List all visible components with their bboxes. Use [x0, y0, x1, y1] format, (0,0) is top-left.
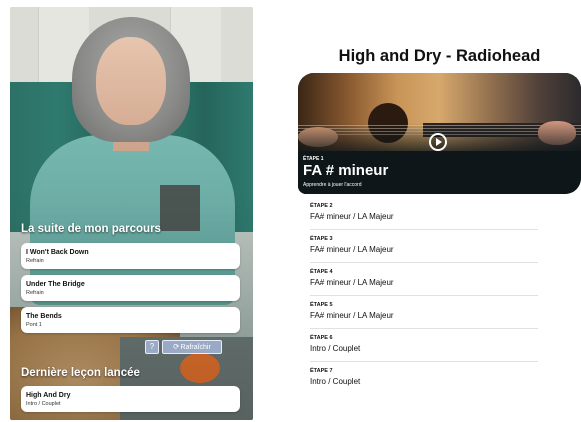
continue-section-title: La suite de mon parcours	[21, 223, 161, 235]
step-label: ÉTAPE 5	[310, 302, 333, 308]
step-value: FA# mineur / LA Majeur	[310, 245, 394, 254]
step-label: ÉTAPE 4	[310, 269, 333, 275]
step-value: FA# mineur / LA Majeur	[310, 278, 394, 287]
song-card-title: I Won't Back Down	[26, 249, 89, 256]
step-label: ÉTAPE 6	[310, 335, 333, 341]
left-phone-screen: La suite de mon parcours I Won't Back Do…	[10, 7, 253, 420]
song-card[interactable]: Under The Bridge Refrain	[21, 275, 240, 301]
step-divider	[310, 361, 538, 362]
song-title: High and Dry - Radiohead	[338, 47, 541, 65]
help-button[interactable]: ?	[145, 340, 159, 354]
step-value: Intro / Couplet	[310, 344, 361, 353]
last-lesson-card[interactable]: High And Dry Intro / Couplet	[21, 386, 240, 412]
step-label: ÉTAPE 3	[310, 236, 333, 242]
song-card[interactable]: I Won't Back Down Refrain	[21, 243, 240, 269]
step-value: Intro / Couplet	[310, 377, 361, 386]
last-lesson-section-title: Dernière leçon lancée	[21, 367, 140, 379]
step-item[interactable]: ÉTAPE 2 FA# mineur / LA Majeur	[310, 203, 538, 230]
play-icon[interactable]	[429, 133, 447, 151]
refresh-icon: ⟳	[173, 342, 180, 351]
step-value: FA# mineur / LA Majeur	[310, 212, 394, 221]
step-value: FA# mineur / LA Majeur	[310, 311, 394, 320]
last-lesson-title: High And Dry	[26, 392, 71, 399]
right-phone-screen: High and Dry - Radiohead ÉTAPE 1 FA # mi…	[298, 47, 581, 422]
step-item[interactable]: ÉTAPE 6 Intro / Couplet	[310, 335, 538, 362]
step-label: ÉTAPE 7	[310, 368, 333, 374]
step-item[interactable]: ÉTAPE 5 FA# mineur / LA Majeur	[310, 302, 538, 329]
step-divider	[310, 262, 538, 263]
song-card-subtitle: Refrain	[26, 258, 44, 264]
refresh-button[interactable]: ⟳Rafraîchir	[162, 340, 222, 354]
current-step-description: Apprendre à jouer l'accord	[303, 182, 362, 188]
step-label: ÉTAPE 2	[310, 203, 333, 209]
current-step-chord: FA # mineur	[303, 162, 389, 179]
song-card[interactable]: The Bends Pont 1	[21, 307, 240, 333]
song-card-subtitle: Pont 1	[26, 322, 42, 328]
song-card-title: The Bends	[26, 313, 62, 320]
step-divider	[310, 328, 538, 329]
current-step-hero[interactable]: ÉTAPE 1 FA # mineur Apprendre à jouer l'…	[298, 73, 581, 194]
song-card-subtitle: Refrain	[26, 290, 44, 296]
step-item[interactable]: ÉTAPE 7 Intro / Couplet	[310, 368, 538, 386]
step-divider	[310, 295, 538, 296]
step-item[interactable]: ÉTAPE 3 FA# mineur / LA Majeur	[310, 236, 538, 263]
refresh-label: Rafraîchir	[180, 344, 211, 351]
step-divider	[310, 229, 538, 230]
song-card-title: Under The Bridge	[26, 281, 85, 288]
last-lesson-subtitle: Intro / Couplet	[26, 401, 61, 407]
step-item[interactable]: ÉTAPE 4 FA# mineur / LA Majeur	[310, 269, 538, 296]
